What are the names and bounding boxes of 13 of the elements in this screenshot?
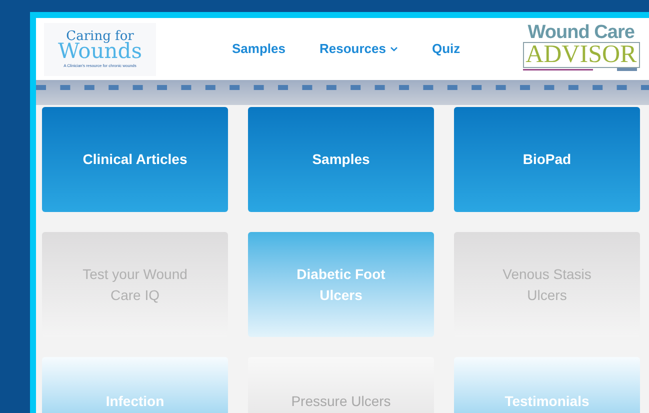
partner-logo[interactable]: Wound Care ADVISOR	[518, 23, 644, 75]
nav-link[interactable]: Resources	[319, 39, 398, 59]
chevron-icon	[390, 46, 398, 52]
category-tile[interactable]: Clinical Articles	[42, 107, 228, 212]
category-tile[interactable]: Samples	[248, 107, 434, 212]
nav-link[interactable]: Quiz	[432, 39, 460, 59]
logo-text: Wounds	[58, 41, 142, 62]
partner-logo-text: Wound Care	[528, 23, 635, 42]
category-tile[interactable]: Pressure Ulcers	[248, 357, 434, 413]
category-tile[interactable]: BioPad	[454, 107, 640, 212]
logo-text: Caring for	[66, 30, 134, 43]
partner-logo-text: ADVISOR	[522, 42, 640, 68]
nav-link[interactable]: Samples	[232, 39, 286, 59]
